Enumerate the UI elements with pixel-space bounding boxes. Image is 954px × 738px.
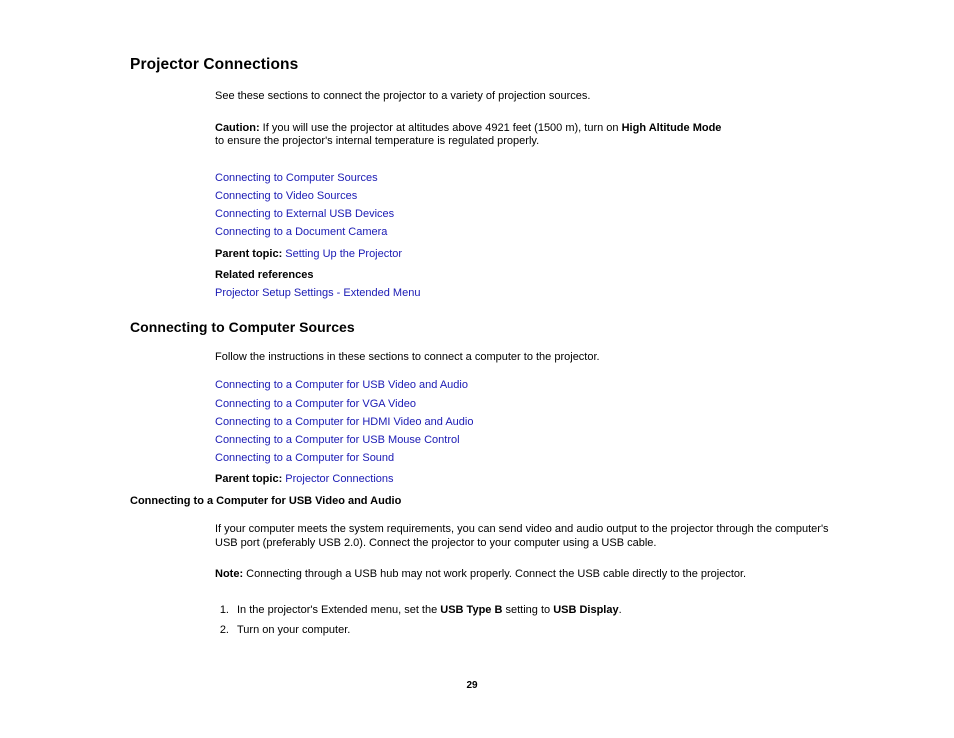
link-hdmi-video-and-audio[interactable]: Connecting to a Computer for HDMI Video … [215, 413, 830, 431]
step-item: 2. Turn on your computer. [215, 624, 830, 638]
related-references-block: Related references Projector Setup Setti… [215, 269, 830, 301]
link-computer-for-sound[interactable]: Connecting to a Computer for Sound [215, 449, 830, 467]
step-number: 2. [219, 624, 229, 637]
topic-link-list: Connecting to Computer Sources Connectin… [215, 169, 830, 242]
section-parent-topic-label: Parent topic: [215, 473, 283, 486]
step-text-1: Turn on your computer. [237, 624, 351, 637]
note-paragraph: Note: Connecting through a USB hub may n… [215, 568, 830, 582]
parent-topic-block: Parent topic: Setting Up the Projector [215, 248, 830, 262]
document-page: Projector Connections See these sections… [0, 0, 954, 738]
page-title: Projector Connections [130, 56, 299, 73]
section-heading: Connecting to Computer Sources [130, 318, 355, 335]
step-bold-2: USB Display [553, 603, 619, 616]
parent-topic-link[interactable]: Setting Up the Projector [285, 248, 402, 262]
subsection-paragraph-block: If your computer meets the system requir… [215, 523, 830, 550]
related-reference-link[interactable]: Projector Setup Settings - Extended Menu [215, 287, 420, 301]
intro-paragraph: See these sections to connect the projec… [215, 90, 591, 102]
step-text-1: In the projector's Extended menu, set th… [237, 603, 441, 616]
steps-list: 1. In the projector's Extended menu, set … [215, 604, 830, 638]
caution-label: Caution: [215, 121, 260, 134]
page-content: Projector Connections See these sections… [130, 56, 830, 645]
link-connecting-to-video-sources[interactable]: Connecting to Video Sources [215, 187, 830, 205]
caution-paragraph: Caution: If you will use the projector a… [215, 122, 830, 149]
link-connecting-to-external-usb-devices[interactable]: Connecting to External USB Devices [215, 205, 830, 223]
step-bold-1: USB Type B [440, 603, 503, 616]
caution-text-1: If you will use the projector at altitud… [259, 121, 622, 134]
related-references-label: Related references [215, 269, 314, 282]
page-number-footer: 29 [0, 680, 954, 691]
step-text-2: setting to [502, 603, 554, 616]
page-number: 29 [466, 680, 478, 691]
subsection-paragraph: If your computer meets the system requir… [215, 522, 829, 549]
step-item: 1. In the projector's Extended menu, set … [215, 604, 830, 618]
section-intro-paragraph: Follow the instructions in these section… [215, 350, 600, 363]
note-block: Note: Connecting through a USB hub may n… [215, 568, 830, 582]
caution-bold-term: High Altitude Mode [621, 121, 722, 134]
caution-text-2: to ensure the projector's internal tempe… [215, 135, 540, 148]
section-intro-block: Follow the instructions in these section… [215, 351, 830, 365]
link-usb-video-and-audio[interactable]: Connecting to a Computer for USB Video a… [215, 376, 830, 394]
note-label: Note: [215, 568, 244, 581]
intro-paragraph-block: See these sections to connect the projec… [215, 90, 830, 104]
note-text: Connecting through a USB hub may not wor… [243, 568, 747, 581]
step-number: 1. [219, 603, 229, 616]
link-connecting-to-a-document-camera[interactable]: Connecting to a Document Camera [215, 223, 830, 241]
step-text-3: . [618, 603, 622, 616]
link-vga-video[interactable]: Connecting to a Computer for VGA Video [215, 395, 830, 413]
steps-block: 1. In the projector's Extended menu, set … [215, 604, 830, 638]
link-connecting-to-computer-sources[interactable]: Connecting to Computer Sources [215, 169, 830, 187]
section-parent-topic-link[interactable]: Projector Connections [285, 473, 393, 487]
link-usb-mouse-control[interactable]: Connecting to a Computer for USB Mouse C… [215, 431, 830, 449]
section-parent-topic-block: Parent topic: Projector Connections [215, 473, 830, 487]
subsection-heading: Connecting to a Computer for USB Video a… [130, 494, 402, 507]
parent-topic-line: Parent topic: Setting Up the Projector [215, 248, 830, 262]
section-parent-topic-line: Parent topic: Projector Connections [215, 473, 830, 487]
section-link-list: Connecting to a Computer for USB Video a… [215, 376, 830, 467]
parent-topic-label: Parent topic: [215, 247, 283, 260]
caution-block: Caution: If you will use the projector a… [215, 122, 830, 149]
